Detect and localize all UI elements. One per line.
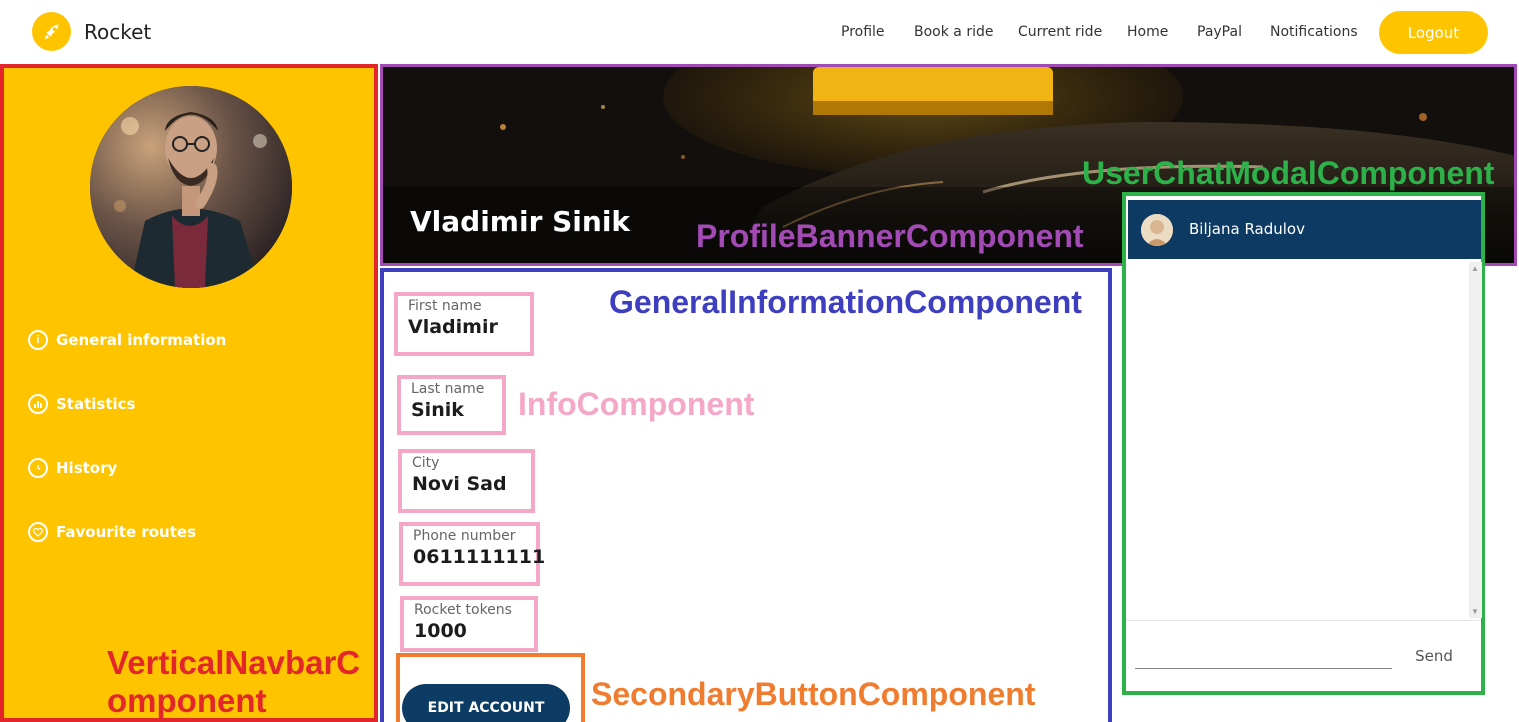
nav-home[interactable]: Home <box>1127 24 1168 40</box>
info-value: 1000 <box>414 620 467 642</box>
info-city: City Novi Sad <box>398 449 535 513</box>
annotation-general-information: GeneralInformationComponent <box>609 284 1082 320</box>
info-phone-number: Phone number 0611111111 <box>399 522 546 586</box>
sidebar-item-label: General information <box>56 331 227 349</box>
nav-current-ride[interactable]: Current ride <box>1018 24 1102 40</box>
info-label: First name <box>408 298 482 314</box>
send-button[interactable]: Send <box>1404 644 1464 668</box>
chat-divider <box>1126 620 1481 621</box>
chat-header: Biljana Radulov <box>1128 200 1481 259</box>
history-icon <box>28 458 48 478</box>
sidebar-item-label: History <box>56 459 118 477</box>
secondary-button-wrapper: EDIT ACCOUNT <box>396 653 585 722</box>
sidebar-item-statistics[interactable]: Statistics <box>28 394 135 414</box>
sidebar-item-general-information[interactable]: i General information <box>28 330 226 350</box>
info-rocket-tokens: Rocket tokens 1000 <box>400 596 538 652</box>
annotation-info: InfoComponent <box>518 386 755 422</box>
nav-notifications[interactable]: Notifications <box>1270 24 1358 40</box>
annotation-vertical-navbar-2: omponent <box>107 682 267 719</box>
nav-paypal[interactable]: PayPal <box>1197 24 1242 40</box>
annotation-vertical-navbar: VerticalNavbarC <box>107 644 361 681</box>
sidebar-item-favourite-routes[interactable]: Favourite routes <box>28 522 196 542</box>
info-value: Vladimir <box>408 316 498 338</box>
info-label: City <box>412 455 440 471</box>
vertical-navbar: i General information Statistics History… <box>0 64 378 722</box>
sidebar-item-label: Favourite routes <box>56 523 197 541</box>
info-value: Sinik <box>411 399 464 421</box>
info-icon: i <box>28 330 48 350</box>
annotation-secondary-button: SecondaryButtonComponent <box>591 676 1036 712</box>
heart-icon <box>28 522 48 542</box>
annotation-user-chat-modal: UserChatModalComponent <box>1082 155 1495 191</box>
logout-button[interactable]: Logout <box>1379 11 1488 54</box>
sidebar-item-history[interactable]: History <box>28 458 117 478</box>
info-label: Last name <box>411 381 485 397</box>
info-first-name: First name Vladimir <box>394 292 534 356</box>
info-label: Phone number <box>413 528 516 544</box>
chart-icon <box>28 394 48 414</box>
top-navbar: Rocket Profile Book a ride Current ride … <box>0 0 1519 64</box>
chat-avatar <box>1141 214 1173 246</box>
info-last-name: Last name Sinik <box>397 375 506 435</box>
info-value: 0611111111 <box>413 546 546 568</box>
nav-links: Profile Book a ride Current ride Home Pa… <box>0 24 1519 44</box>
chat-message-input[interactable] <box>1135 642 1392 669</box>
app-root: Rocket Profile Book a ride Current ride … <box>0 0 1519 722</box>
annotation-profile-banner: ProfileBannerComponent <box>696 218 1084 254</box>
sidebar-item-label: Statistics <box>56 395 136 413</box>
nav-profile[interactable]: Profile <box>841 24 885 40</box>
edit-account-button[interactable]: EDIT ACCOUNT <box>402 684 570 722</box>
info-value: Novi Sad <box>412 473 507 495</box>
scroll-up-icon[interactable]: ▲ <box>1471 264 1479 273</box>
nav-book-a-ride[interactable]: Book a ride <box>914 24 993 40</box>
avatar <box>90 86 292 288</box>
chat-scrollbar[interactable]: ▲ ▼ <box>1469 262 1482 618</box>
user-chat-modal: Biljana Radulov ▲ ▼ Send <box>1122 192 1485 695</box>
scroll-down-icon[interactable]: ▼ <box>1471 607 1479 616</box>
info-label: Rocket tokens <box>414 602 512 618</box>
profile-name: Vladimir Sinik <box>410 205 631 238</box>
chat-user-name: Biljana Radulov <box>1189 220 1305 238</box>
